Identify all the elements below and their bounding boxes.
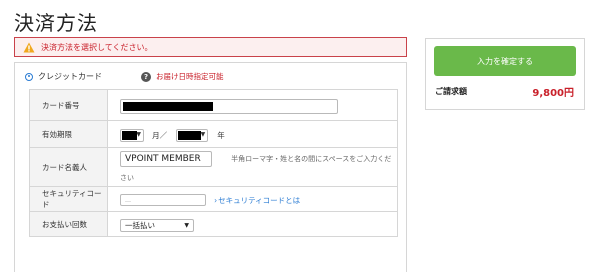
card-form-table: カード番号 有効期限 ▼ 月／ ▼ 年 カード名義人 VPOINT MEMBER… — [29, 89, 398, 237]
installments-selected: 一括払い — [125, 220, 155, 230]
delivery-help[interactable]: ? お届け日時指定可能 — [141, 71, 224, 82]
card-number-input[interactable] — [120, 98, 338, 114]
installments-row: お支払い回数 一括払い ▼ — [29, 211, 398, 237]
card-holder-input[interactable]: VPOINT MEMBER — [120, 150, 212, 167]
credit-card-option[interactable]: クレジットカード — [25, 71, 102, 82]
confirm-input-button[interactable]: 入力を確定する — [434, 46, 576, 76]
expiry-year-unit: 年 — [217, 130, 225, 140]
chevron-right-icon: › — [214, 195, 218, 205]
security-code-input[interactable]: … — [120, 194, 206, 206]
warning-icon — [23, 42, 35, 52]
security-code-label: セキュリティコード — [29, 186, 108, 212]
chevron-down-icon: ▼ — [136, 131, 141, 138]
installments-select[interactable]: 一括払い ▼ — [120, 218, 194, 232]
payment-method-panel: クレジットカード ? お届け日時指定可能 カード番号 有効期限 ▼ 月／ ▼ 年… — [14, 62, 407, 272]
credit-card-label: クレジットカード — [38, 72, 102, 81]
card-number-label: カード番号 — [29, 89, 108, 121]
total-label: ご請求額 — [435, 87, 467, 96]
chevron-down-icon: ▼ — [184, 221, 189, 229]
expiry-year-select[interactable]: ▼ — [176, 128, 209, 142]
expiry-month-masked — [122, 130, 137, 140]
installments-label: お支払い回数 — [29, 211, 108, 237]
card-holder-label: カード名義人 — [29, 147, 108, 187]
security-code-link-text: セキュリティコードとは — [218, 195, 301, 205]
expiry-month-unit: 月／ — [152, 130, 168, 140]
card-number-row: カード番号 — [29, 89, 398, 121]
total-value: 9,800円 — [532, 88, 574, 99]
card-holder-row: カード名義人 VPOINT MEMBER 半角ローマ字・姓と名の間にスペースをご… — [29, 147, 398, 187]
credit-card-radio[interactable] — [25, 72, 33, 81]
expiry-year-masked — [178, 130, 202, 140]
security-code-help-link[interactable]: ›セキュリティコードとは — [214, 196, 300, 205]
alert-message: 決済方法を選択してください。 — [41, 42, 153, 52]
page-title: 決済方法 — [14, 11, 98, 35]
expiry-label: 有効期限 — [29, 120, 108, 148]
security-code-row: セキュリティコード … ›セキュリティコードとは — [29, 186, 398, 212]
expiry-row: 有効期限 ▼ 月／ ▼ 年 — [29, 120, 398, 148]
question-circle-icon[interactable]: ? — [141, 71, 151, 82]
expiry-month-select[interactable]: ▼ — [120, 128, 144, 142]
error-alert: 決済方法を選択してください。 — [14, 37, 407, 57]
card-number-masked — [123, 101, 213, 111]
chevron-down-icon: ▼ — [200, 131, 206, 138]
order-summary-panel: 入力を確定する ご請求額 9,800円 — [425, 38, 585, 110]
delivery-help-text: お届け日時指定可能 — [156, 72, 224, 81]
